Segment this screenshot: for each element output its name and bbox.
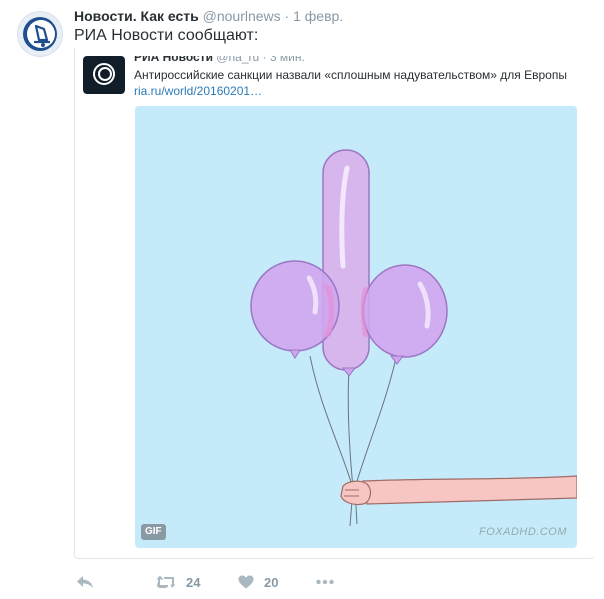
heart-icon xyxy=(238,575,254,589)
quoted-tweet-card[interactable]: РИА Новости @ria_ru · 3 мин. Антироссийс… xyxy=(74,48,595,559)
quoted-header-separator: · xyxy=(262,50,267,64)
like-count: 20 xyxy=(264,574,279,590)
reply-button[interactable] xyxy=(76,570,94,594)
more-button[interactable] xyxy=(316,570,334,594)
retweet-icon xyxy=(156,575,176,588)
bell-logo-icon xyxy=(27,20,55,48)
quoted-tweet-link[interactable]: ria.ru/world/20160201… xyxy=(134,84,262,98)
quoted-tweet-header: РИА Новости @ria_ru · 3 мин. xyxy=(134,50,305,64)
tweet-header: Новости. Как есть @nourlnews · 1 февр. xyxy=(74,8,343,24)
retweet-count: 24 xyxy=(186,574,201,590)
tweet-timestamp[interactable]: 1 февр. xyxy=(293,8,343,24)
header-separator: · xyxy=(284,8,290,24)
balloons-illustration xyxy=(250,149,577,527)
gif-badge: GIF xyxy=(141,524,166,540)
quoted-author-name[interactable]: РИА Новости xyxy=(134,56,213,64)
tweet: Новости. Как есть @nourlnews · 1 февр. Р… xyxy=(0,0,604,599)
reply-icon xyxy=(77,576,93,588)
tweet-actions: 24 20 xyxy=(74,570,594,594)
author-avatar[interactable] xyxy=(17,11,63,57)
gif-media[interactable]: GIF FOXADHD.COM xyxy=(135,106,577,548)
quoted-author-handle[interactable]: @ria_ru xyxy=(216,56,259,64)
like-button[interactable]: 20 xyxy=(238,570,278,594)
more-icon xyxy=(316,579,334,585)
author-name[interactable]: Новости. Как есть xyxy=(74,8,199,24)
author-handle[interactable]: @nourlnews xyxy=(203,8,281,24)
ria-logo-icon xyxy=(83,56,125,94)
quoted-tweet-timestamp[interactable]: 3 мин. xyxy=(270,56,305,64)
tweet-text: РИА Новости сообщают: xyxy=(74,27,259,44)
retweet-button[interactable]: 24 xyxy=(156,570,200,594)
quoted-tweet-text: Антироссийские санкции назвали «сплошным… xyxy=(134,67,584,99)
media-watermark: FOXADHD.COM xyxy=(479,526,567,538)
quoted-tweet-body: Антироссийские санкции назвали «сплошным… xyxy=(134,68,567,82)
